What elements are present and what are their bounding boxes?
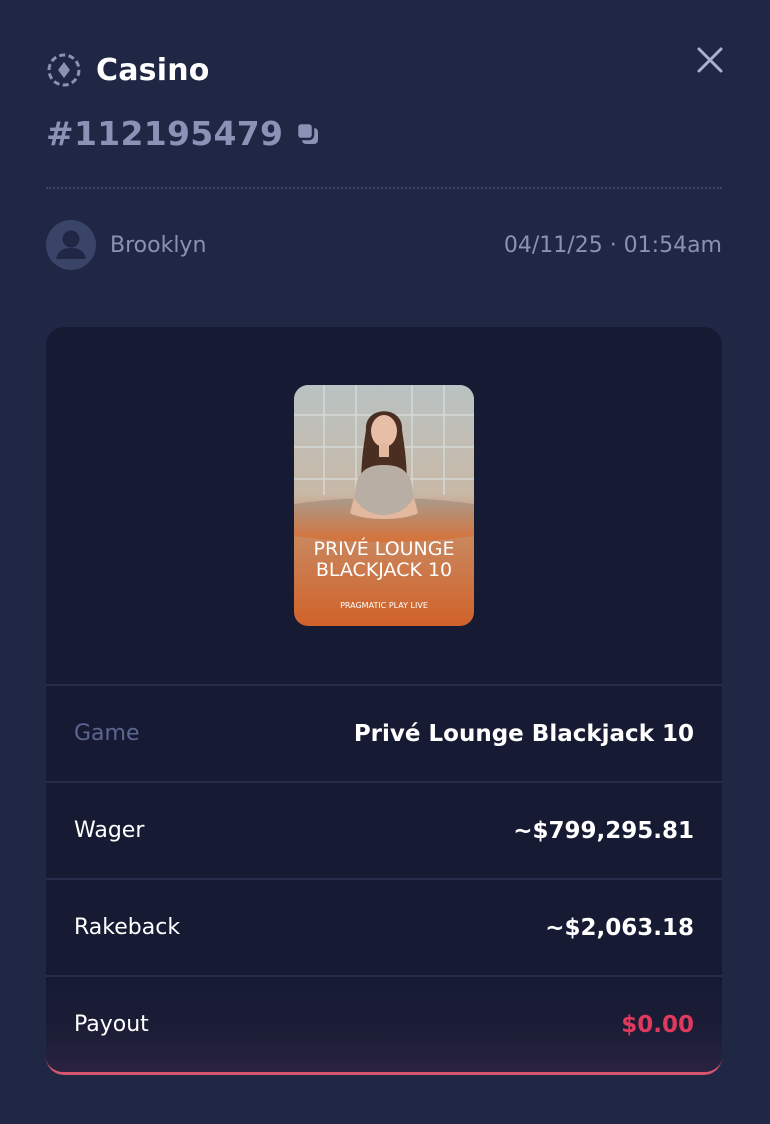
- game-label: Game: [74, 721, 140, 746]
- close-icon[interactable]: [694, 44, 726, 76]
- bet-details-card: PRIVÉ LOUNGE BLACKJACK 10 PRAGMATIC PLAY…: [46, 327, 722, 1075]
- bet-timestamp: 04/11/25 · 01:54am: [503, 232, 722, 258]
- thumbnail-title-line1: PRIVÉ LOUNGE: [313, 537, 454, 560]
- rakeback-label: Rakeback: [74, 915, 181, 940]
- detail-row-payout: Payout $0.00: [46, 975, 722, 1072]
- bet-id: #112195479: [46, 114, 284, 153]
- username[interactable]: Brooklyn: [110, 233, 206, 258]
- user-avatar-icon[interactable]: [46, 220, 96, 270]
- payout-value: $0.00: [621, 1011, 694, 1038]
- dotted-divider: [46, 187, 722, 189]
- wager-label: Wager: [74, 818, 145, 843]
- detail-row-wager: Wager ~$799,295.81: [46, 781, 722, 878]
- modal-title: Casino: [96, 52, 210, 88]
- game-thumbnail[interactable]: PRIVÉ LOUNGE BLACKJACK 10 PRAGMATIC PLAY…: [294, 385, 474, 626]
- payout-label: Payout: [74, 1012, 149, 1037]
- bet-details-modal: Casino #112195479 Brooklyn 04/11/25 · 01…: [0, 0, 770, 1124]
- modal-header: Casino: [46, 52, 210, 88]
- thumbnail-provider: PRAGMATIC PLAY LIVE: [340, 601, 428, 610]
- detail-row-game: Game Privé Lounge Blackjack 10: [46, 684, 722, 781]
- rakeback-value: ~$2,063.18: [545, 914, 694, 941]
- user-row: Brooklyn 04/11/25 · 01:54am: [46, 219, 722, 271]
- copy-icon[interactable]: [293, 119, 323, 149]
- thumbnail-title-line2: BLACKJACK 10: [316, 559, 452, 581]
- wager-value: ~$799,295.81: [513, 817, 694, 844]
- detail-row-rakeback: Rakeback ~$2,063.18: [46, 878, 722, 975]
- bet-id-row: #112195479: [46, 114, 323, 153]
- game-value[interactable]: Privé Lounge Blackjack 10: [354, 721, 694, 747]
- game-thumbnail-wrap: PRIVÉ LOUNGE BLACKJACK 10 PRAGMATIC PLAY…: [46, 327, 722, 684]
- user-info: Brooklyn: [46, 220, 206, 270]
- casino-chip-icon: [47, 53, 81, 87]
